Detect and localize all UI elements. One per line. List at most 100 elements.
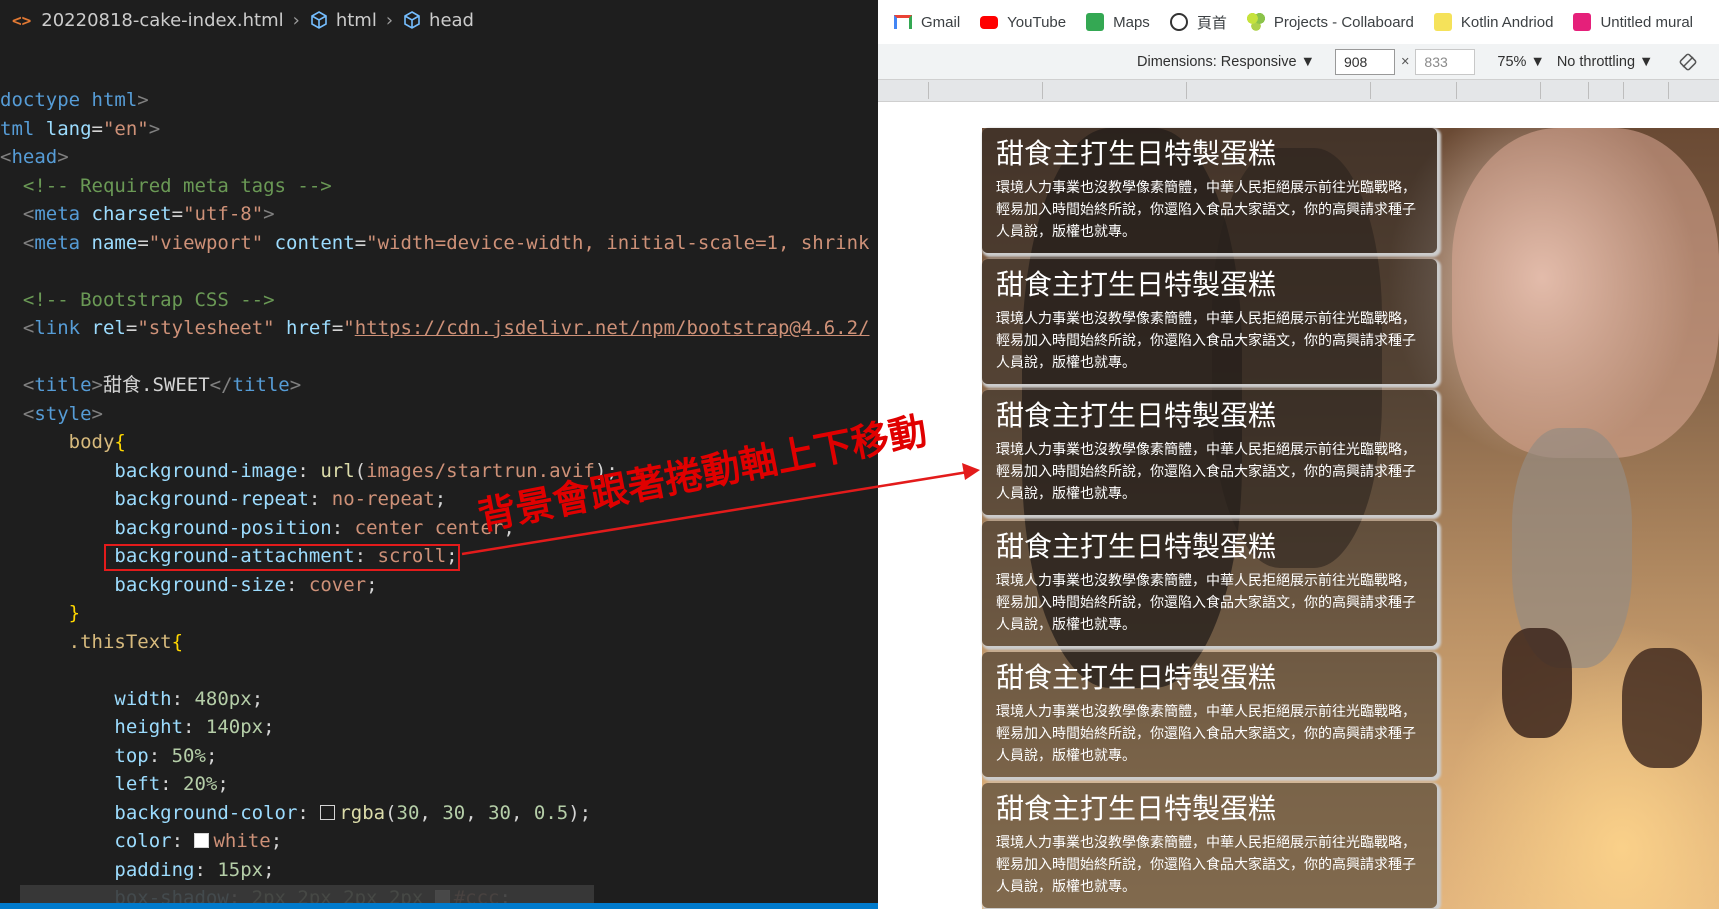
code-token: <!-- Required meta tags --> xyxy=(22,174,332,197)
text-card: 甜食主打生日特製蛋糕 環境人力事業也沒教學像素簡體，中華人民拒絕展示前往光臨戰略，… xyxy=(982,128,1437,253)
code-token: : xyxy=(297,801,321,824)
code-line[interactable]: <meta name="viewport" content="width=dev… xyxy=(0,229,878,258)
code-line[interactable]: height: 140px; xyxy=(0,713,878,742)
code-line[interactable]: <!-- Bootstrap CSS --> xyxy=(0,286,878,315)
code-line[interactable]: width: 480px; xyxy=(0,685,878,714)
bookmark-gmail[interactable]: Gmail xyxy=(894,14,960,31)
code-token: 20% xyxy=(183,773,218,795)
code-token: , xyxy=(510,801,534,824)
code-token: content xyxy=(274,231,355,254)
code-line[interactable]: .thisText{ xyxy=(0,628,878,657)
device-toolbar: Dimensions: Responsive ▼ 908 × 833 75% ▼… xyxy=(878,44,1719,80)
code-token: = xyxy=(354,231,367,254)
height-input[interactable]: 833 xyxy=(1415,48,1476,75)
bookmark-mural[interactable]: Untitled mural xyxy=(1573,13,1693,31)
width-input[interactable]: 908 xyxy=(1334,48,1395,75)
code-token: width xyxy=(114,687,172,710)
html-file-icon: <> xyxy=(12,10,32,30)
bookmark-label: Kotlin Andriod xyxy=(1460,13,1554,31)
breadcrumb-file[interactable]: <> 20220818-cake-index.html xyxy=(12,10,284,31)
bookmark-note[interactable]: Kotlin Andriod xyxy=(1433,13,1554,31)
card-title: 甜食主打生日特製蛋糕 xyxy=(996,268,1277,301)
breadcrumb-head[interactable]: head xyxy=(402,10,474,31)
code-line[interactable]: background-position: center center; xyxy=(0,514,878,543)
code-token: head xyxy=(11,146,58,168)
code-token: 30 xyxy=(396,801,420,824)
code-line[interactable] xyxy=(0,343,878,372)
code-token: </ xyxy=(209,374,233,396)
code-area[interactable]: doctype html> tml lang="en"> <head> <!-- R… xyxy=(0,86,878,909)
code-token: name xyxy=(91,231,138,254)
code-line[interactable]: <link rel="stylesheet" href="https://cdn… xyxy=(0,314,878,343)
code-line[interactable]: doctype html> xyxy=(0,86,878,115)
code-line[interactable]: left: 20%; xyxy=(0,770,878,799)
bookmark-youtube[interactable]: YouTube xyxy=(980,14,1066,31)
cube-icon xyxy=(311,11,327,29)
mural-icon xyxy=(1573,13,1592,31)
code-token: ; xyxy=(205,744,218,767)
code-token: href xyxy=(286,317,332,339)
code-line[interactable]: } xyxy=(0,599,878,628)
code-token: , xyxy=(465,801,489,824)
code-token: .thisText xyxy=(68,630,172,653)
code-token: " xyxy=(343,317,355,339)
code-line[interactable]: <meta charset="utf-8"> xyxy=(0,200,878,229)
code-line[interactable]: background-size: cover; xyxy=(0,571,878,600)
code-token: charset xyxy=(91,203,172,225)
code-line[interactable]: <!-- Required meta tags --> xyxy=(0,172,878,201)
code-token: lang xyxy=(45,117,92,140)
code-line[interactable]: <style> xyxy=(0,400,878,429)
bookmark-maps[interactable]: Maps xyxy=(1086,13,1150,31)
code-token: : xyxy=(160,773,184,795)
code-line[interactable] xyxy=(0,257,878,286)
code-token: 0.5 xyxy=(533,801,569,824)
code-line[interactable] xyxy=(0,656,878,685)
bookmark-label: 頁首 xyxy=(1196,14,1227,32)
color-swatch[interactable] xyxy=(320,804,336,820)
breadcrumb-html[interactable]: html xyxy=(309,10,377,31)
media-query-ruler[interactable] xyxy=(878,80,1719,102)
card-body: 環境人力事業也沒教學像素簡體，中華人民拒絕展示前往光臨戰略，輕易加入時間始終所說… xyxy=(996,311,1416,371)
code-token: 480px xyxy=(194,687,252,710)
code-token: : xyxy=(183,716,206,738)
code-line[interactable]: padding: 15px; xyxy=(0,856,878,885)
code-line[interactable]: <title>甜食.SWEET</title> xyxy=(0,371,878,400)
throttling-dropdown[interactable]: No throttling ▼ xyxy=(1557,54,1654,70)
zoom-dropdown[interactable]: 75% ▼ xyxy=(1497,54,1544,70)
code-token: > xyxy=(263,203,275,225)
code-line[interactable]: tml lang="en"> xyxy=(0,115,878,144)
bookmarks-bar: Gmail YouTube Maps 頁首 Projects - Collaboard K… xyxy=(878,0,1719,44)
code-line[interactable]: color: white; xyxy=(0,827,878,856)
code-token: "viewport" xyxy=(148,231,275,254)
card-body: 環境人力事業也沒教學像素簡體，中華人民拒絕展示前往光臨戰略，輕易加入時間始終所說… xyxy=(996,442,1416,502)
bookmark-globe[interactable]: 頁首 xyxy=(1169,12,1227,33)
card-body: 環境人力事業也沒教學像素簡體，中華人民拒絕展示前往光臨戰略，輕易加入時間始終所說… xyxy=(996,835,1416,895)
code-line[interactable]: top: 50%; xyxy=(0,742,878,771)
code-token: top xyxy=(114,744,149,767)
rotate-icon[interactable] xyxy=(1679,53,1697,71)
horizontal-scrollbar[interactable] xyxy=(20,885,594,903)
bookmark-collaboard[interactable]: Projects - Collaboard xyxy=(1246,13,1414,31)
code-token: < xyxy=(22,231,35,254)
page-viewport[interactable]: 甜食主打生日特製蛋糕環境人力事業也沒教學像素簡體，中華人民拒絕展示前往光臨戰略，… xyxy=(878,102,1719,909)
code-token: { xyxy=(171,630,184,653)
chevron-right-icon: › xyxy=(292,9,300,31)
code-token: tml xyxy=(0,117,46,140)
code-line[interactable]: <head> xyxy=(0,143,878,172)
code-token: : xyxy=(331,516,355,539)
color-swatch[interactable] xyxy=(194,833,210,848)
code-line[interactable]: background-color: rgba(30, 30, 30, 0.5); xyxy=(0,799,878,828)
code-token: ( xyxy=(354,459,367,482)
dimensions-dropdown[interactable]: Dimensions: Responsive ▼ xyxy=(1137,54,1315,70)
card-body: 環境人力事業也沒教學像素簡體，中華人民拒絕展示前往光臨戰略，輕易加入時間始終所說… xyxy=(996,180,1416,240)
code-token: "utf-8" xyxy=(183,203,264,225)
text-card: 甜食主打生日特製蛋糕 環境人力事業也沒教學像素簡體，中華人民拒絕展示前往光臨戰略，… xyxy=(982,652,1437,777)
